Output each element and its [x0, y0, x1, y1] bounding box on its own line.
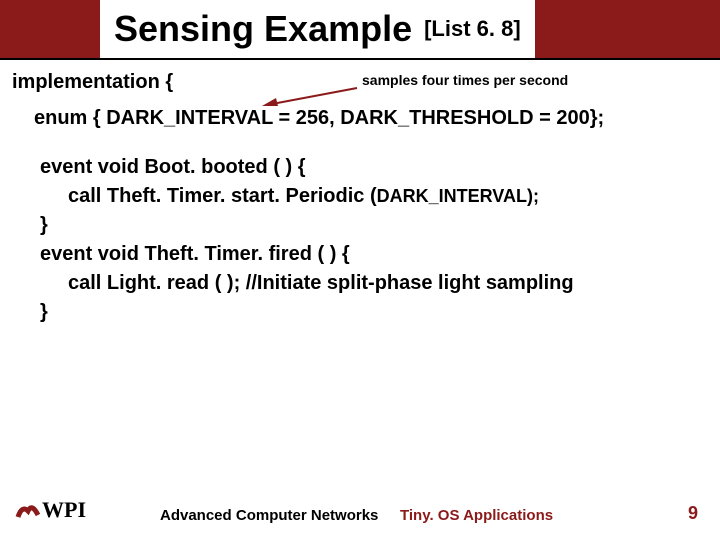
arrow-icon: [262, 86, 362, 108]
code-line-close1: }: [40, 211, 708, 240]
code-line-startperiodic: call Theft. Timer. start. Periodic (DARK…: [68, 182, 708, 211]
logo-letters: WPI: [42, 497, 86, 522]
title-bar: Sensing Example [List 6. 8]: [0, 0, 720, 60]
code-line-close2: }: [40, 298, 708, 327]
footer: WPI Advanced Computer Networks Tiny. OS …: [0, 490, 720, 530]
code-implementation: implementation {: [12, 68, 173, 97]
footer-right-text: Tiny. OS Applications: [400, 507, 553, 524]
annotation-text: samples four times per second: [362, 70, 568, 90]
code-line-booted: event void Boot. booted ( ) {: [40, 153, 708, 182]
implementation-row: implementation { samples four times per …: [12, 68, 708, 98]
page-number: 9: [688, 503, 698, 524]
code-line-startperiodic-b: DARK_INTERVAL);: [377, 186, 539, 206]
title-inner: Sensing Example [List 6. 8]: [100, 0, 535, 58]
code-block: event void Boot. booted ( ) { call Theft…: [40, 153, 708, 327]
code-line-startperiodic-a: call Theft. Timer. start. Periodic (: [68, 185, 377, 207]
wpi-logo: WPI: [14, 493, 88, 528]
content-area: implementation { samples four times per …: [0, 60, 720, 327]
code-line-read: call Light. read ( ); //Initiate split-p…: [68, 269, 708, 298]
code-line-fired: event void Theft. Timer. fired ( ) {: [40, 240, 708, 269]
code-enum: enum { DARK_INTERVAL = 256, DARK_THRESHO…: [34, 104, 708, 133]
slide-title: Sensing Example: [114, 8, 412, 50]
footer-left-text: Advanced Computer Networks: [160, 507, 378, 524]
slide-subtitle: [List 6. 8]: [424, 16, 521, 42]
